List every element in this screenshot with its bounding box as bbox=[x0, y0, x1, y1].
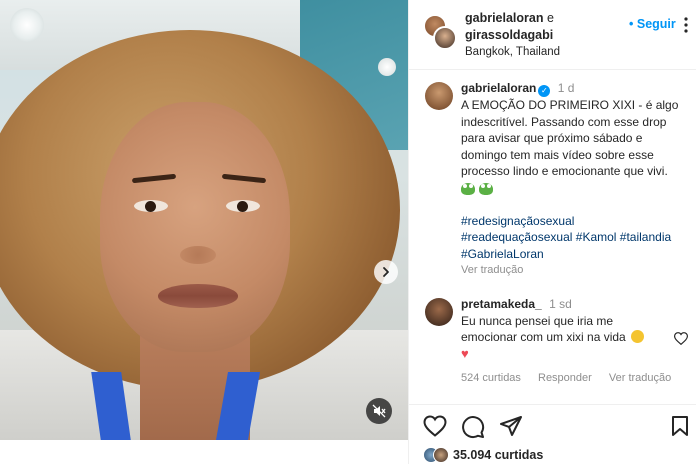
hashtag-link[interactable]: #Kamol bbox=[576, 230, 617, 244]
post-location[interactable]: Bangkok, Thailand bbox=[465, 44, 560, 61]
reply-button[interactable]: Responder bbox=[538, 372, 592, 384]
hashtag-link[interactable]: #redesignaçãosexual bbox=[461, 214, 574, 228]
follow-button[interactable]: • Seguir bbox=[629, 17, 676, 31]
caption-username[interactable]: gabrielaloran bbox=[461, 81, 536, 95]
frog-emoji-icon bbox=[479, 182, 493, 195]
comment-time[interactable]: 1 sd bbox=[549, 297, 572, 311]
verified-badge-icon: ✓ bbox=[538, 85, 551, 97]
avatar[interactable] bbox=[433, 26, 457, 50]
speaker-muted-icon bbox=[372, 404, 386, 418]
mute-button[interactable] bbox=[366, 398, 392, 424]
post-authors: gabrielaloran e girassoldagabi Bangkok, … bbox=[465, 10, 560, 61]
hashtag-link[interactable]: #GabrielaLoran bbox=[461, 247, 544, 261]
comment-meta: 524 curtidas Responder Ver tradução bbox=[461, 372, 685, 384]
bookmark-icon[interactable] bbox=[671, 415, 689, 437]
post-header: gabrielaloran e girassoldagabi Bangkok, … bbox=[409, 0, 696, 70]
avatar[interactable] bbox=[425, 298, 453, 326]
likes-count[interactable]: 35.094 curtidas bbox=[453, 448, 543, 462]
ceiling-lamp bbox=[378, 58, 396, 76]
hashtag-link[interactable]: #readequaçãosexual bbox=[461, 230, 572, 244]
chevron-right-icon bbox=[383, 267, 389, 277]
next-media-button[interactable] bbox=[374, 260, 398, 284]
comment-username[interactable]: pretamakeda_ bbox=[461, 297, 542, 311]
comment-likes-count[interactable]: 524 curtidas bbox=[461, 372, 521, 384]
post-details-panel: gabrielaloran e girassoldagabi Bangkok, … bbox=[408, 0, 696, 464]
ceiling-lamp bbox=[10, 8, 44, 42]
avatar bbox=[433, 447, 449, 463]
comment-body: pretamakeda_ 1 sd Eu nunca pensei que ir… bbox=[461, 296, 667, 362]
comment-bubble-icon[interactable] bbox=[461, 415, 485, 439]
post-media-video[interactable] bbox=[0, 0, 408, 440]
follow-label: Seguir bbox=[636, 17, 676, 31]
more-options-icon[interactable] bbox=[684, 17, 688, 36]
person-face bbox=[100, 102, 290, 352]
heart-icon[interactable] bbox=[423, 415, 447, 437]
author-username[interactable]: gabrielaloran bbox=[465, 11, 544, 25]
comment-text: Eu nunca pensei que iria me emocionar co… bbox=[461, 313, 626, 345]
comment-translation-link[interactable]: Ver tradução bbox=[609, 372, 671, 384]
caption-text: A EMOÇÃO DO PRIMEIRO XIXI - é algo indes… bbox=[461, 98, 679, 179]
frog-emoji-icon bbox=[461, 182, 475, 195]
person-lips bbox=[158, 284, 238, 308]
caption-body: gabrielaloran ✓ 1 d A EMOÇÃO DO PRIMEIRO … bbox=[461, 80, 689, 279]
hashtag-link[interactable]: #tailandia bbox=[620, 230, 671, 244]
person-eye bbox=[134, 200, 168, 212]
avatar[interactable] bbox=[425, 82, 453, 110]
collab-avatars[interactable] bbox=[423, 14, 457, 50]
share-paper-plane-icon[interactable] bbox=[499, 415, 523, 437]
follow-separator: • bbox=[629, 17, 634, 31]
comment-heart-icon[interactable] bbox=[674, 332, 688, 345]
person-nose bbox=[180, 246, 216, 264]
post-actions-bar: 35.094 curtidas bbox=[409, 404, 696, 464]
author-username[interactable]: girassoldagabi bbox=[465, 28, 553, 42]
red-heart-emoji-icon: ♥ bbox=[461, 345, 469, 361]
caption-time[interactable]: 1 d bbox=[558, 81, 575, 95]
person-eye bbox=[226, 200, 260, 212]
likes-summary[interactable]: 35.094 curtidas bbox=[423, 447, 543, 464]
see-translation-link[interactable]: Ver tradução bbox=[461, 262, 689, 279]
laughing-emoji-icon bbox=[631, 330, 645, 344]
author-conjunction: e bbox=[546, 11, 554, 25]
